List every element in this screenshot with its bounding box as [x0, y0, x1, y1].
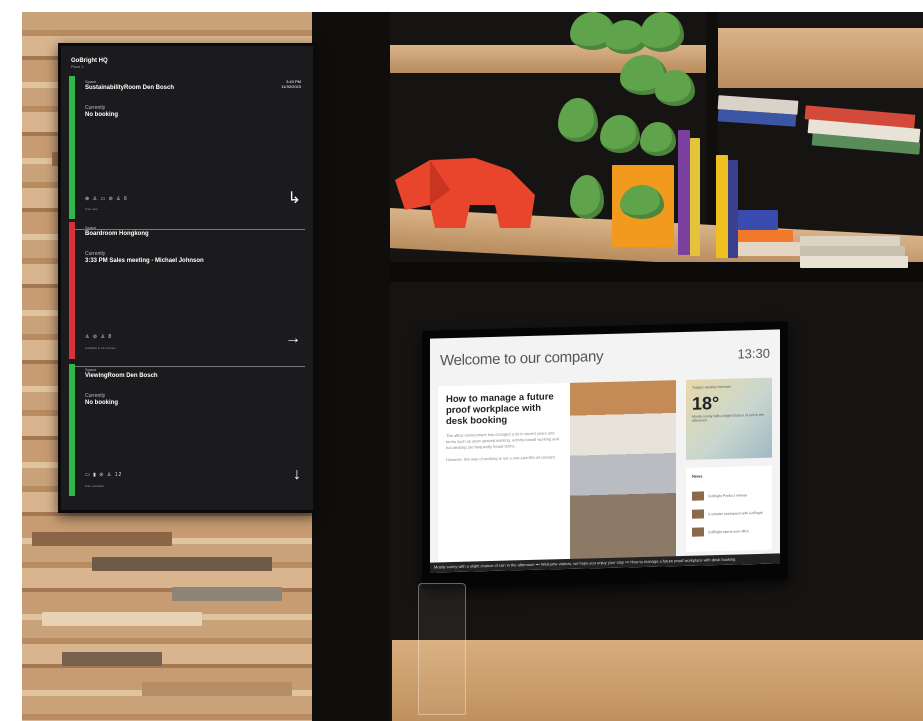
book: [738, 210, 778, 230]
navigate-arrow-icon[interactable]: ↳: [288, 188, 301, 208]
status-bar: [69, 222, 75, 359]
amenity-icons: ▭ ▮ ⊘ ♙ 12: [85, 472, 123, 478]
weather-label: Today's weather forecast: [692, 384, 731, 390]
currently-value: No booking: [85, 112, 118, 118]
navigate-arrow-icon[interactable]: ↓: [293, 466, 301, 484]
date-text: 11/30/2023: [281, 84, 301, 89]
news-thumbnail: [692, 509, 704, 519]
weather-card: Today's weather forecast 18° Mostly sunn…: [686, 377, 772, 460]
availability-text: Available in 23 minutes: [85, 346, 116, 350]
signage-header: GoBright HQ Floor 1: [71, 58, 108, 69]
room-panel-2[interactable]: Space Boardroom Hongkong Currently 3:33 …: [69, 222, 307, 359]
article-paragraph-2: However, this way of working is not a on…: [446, 454, 556, 463]
room-panel-1[interactable]: Space SustainabilityRoom Den Bosch 3:43 …: [69, 76, 307, 219]
brand-floor: Floor 1: [71, 64, 84, 69]
currently-value: 3:33 PM Sales meeting - Michael Johnson: [85, 258, 204, 264]
news-item[interactable]: A smarter workspace with GoBright: [692, 504, 763, 524]
room-panel-3[interactable]: Space ViewingRoom Den Bosch Currently No…: [69, 364, 307, 496]
plant-leaf: [640, 12, 684, 52]
news-item[interactable]: GoBright opens new office: [692, 522, 749, 541]
news-thumbnail: [692, 491, 704, 501]
book: [800, 256, 908, 268]
office-photo: [570, 380, 676, 565]
book: [800, 236, 900, 246]
navigate-arrow-icon[interactable]: →: [285, 330, 301, 348]
currently-label: Currently: [85, 393, 106, 399]
weather-temperature: 18°: [692, 393, 720, 414]
tv-welcome-title: Welcome to our company: [440, 348, 604, 370]
glass-vase: [418, 583, 466, 715]
tv-clock: 13:30: [737, 345, 770, 362]
article-paragraph-1: The office environment has changed a lot…: [446, 430, 559, 451]
space-label: Space: [85, 79, 97, 84]
plant-leaf: [620, 185, 664, 219]
room-signage-display: GoBright HQ Floor 1 Space Sustainability…: [58, 43, 316, 513]
top-border: [0, 0, 923, 12]
book: [738, 230, 793, 242]
article-title: How to manage a future proof workplace w…: [446, 391, 554, 428]
plant-leaf: [655, 70, 695, 106]
room-time: 3:43 PM 11/30/2023: [281, 79, 301, 89]
cabinet-side: [312, 12, 390, 721]
news-thumbnail: [692, 527, 704, 537]
book: [800, 246, 905, 256]
currently-value: No booking: [85, 400, 118, 406]
left-border: [0, 0, 22, 721]
amenity-icons: ♙ ⊘ ♙ 8: [85, 334, 113, 340]
plant-leaf: [600, 115, 640, 153]
tv-display: Welcome to our company 13:30 How to mana…: [422, 321, 788, 589]
weather-description: Mostly sunny with a slight chance of rai…: [692, 412, 765, 423]
tv-screen: Welcome to our company 13:30 How to mana…: [430, 329, 780, 573]
plant-leaf: [570, 175, 604, 219]
news-headline: GoBright opens new office: [708, 528, 749, 535]
book: [678, 130, 690, 255]
news-headline: A smarter workspace with GoBright: [708, 510, 763, 517]
news-card[interactable]: News GoBright Product release A smarter …: [686, 465, 772, 552]
availability-text: Free now: [85, 207, 98, 211]
news-title: News: [692, 473, 703, 479]
status-bar: [69, 364, 75, 496]
space-label: Space: [85, 367, 97, 372]
counter-top: [392, 640, 923, 721]
news-headline: GoBright Product release: [708, 493, 748, 499]
shelf-top-right: [718, 28, 923, 88]
space-label: Space: [85, 225, 97, 230]
status-bar: [69, 76, 75, 219]
book: [738, 242, 800, 256]
news-item[interactable]: GoBright Product release: [692, 486, 747, 505]
office-scene: GoBright HQ Floor 1 Space Sustainability…: [0, 0, 923, 721]
currently-label: Currently: [85, 251, 106, 257]
book: [728, 160, 738, 258]
availability-text: Free until later: [85, 484, 105, 488]
article-card[interactable]: How to manage a future proof workplace w…: [438, 382, 570, 569]
room-name: SustainabilityRoom Den Bosch: [85, 85, 175, 91]
book: [690, 138, 700, 256]
amenity-icons: ⊕ ♙ ▭ ⊘ ♙ 6: [85, 196, 128, 202]
room-name: Boardroom Hongkong: [85, 231, 149, 237]
currently-label: Currently: [85, 105, 106, 111]
room-name: ViewingRoom Den Bosch: [85, 373, 158, 379]
elephant-ornament: [395, 158, 535, 228]
plant-leaf: [558, 98, 598, 142]
plant-leaf: [640, 122, 676, 156]
book: [716, 155, 728, 258]
